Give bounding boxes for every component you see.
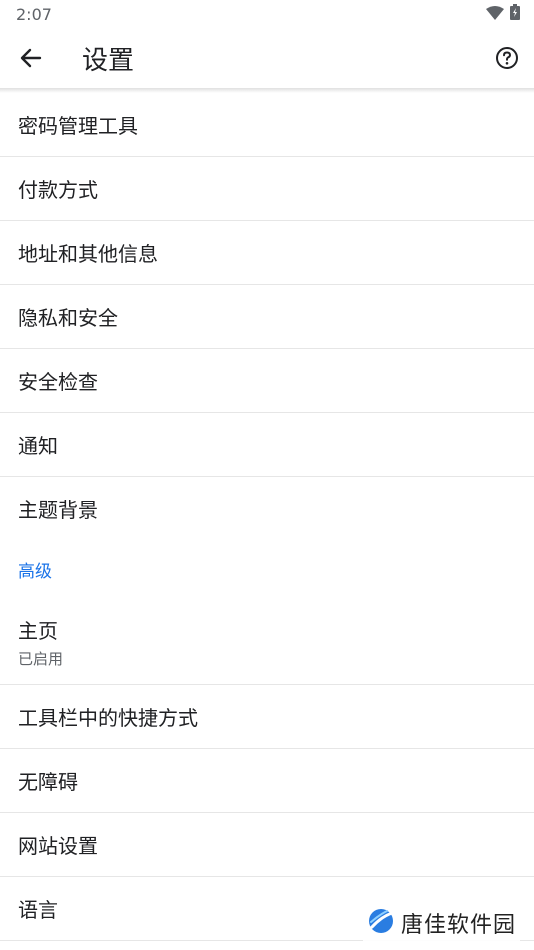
section-header-advanced: 高级: [18, 562, 52, 582]
status-time: 2:07: [16, 4, 52, 24]
settings-item-label: 无障碍: [18, 770, 78, 794]
settings-item-label: 密码管理工具: [18, 114, 138, 138]
settings-item-toolbar-shortcut[interactable]: 工具栏中的快捷方式: [0, 685, 534, 749]
settings-item-homepage[interactable]: 主页 已启用: [0, 599, 534, 685]
settings-item-label: 主页: [18, 618, 58, 643]
settings-item-label: 安全检查: [18, 370, 98, 394]
settings-list: 密码管理工具 付款方式 地址和其他信息 隐私和安全 安全检查 通知 主题背景 高…: [0, 93, 534, 941]
settings-item-privacy-security[interactable]: 隐私和安全: [0, 285, 534, 349]
settings-item-safety-check[interactable]: 安全检查: [0, 349, 534, 413]
status-bar: 2:07: [0, 0, 534, 28]
page-title: 设置: [82, 45, 135, 76]
status-icons: [486, 4, 520, 24]
settings-item-label: 通知: [18, 434, 58, 458]
settings-item-notifications[interactable]: 通知: [0, 413, 534, 477]
settings-item-label: 地址和其他信息: [18, 242, 158, 266]
settings-item-label: 付款方式: [18, 178, 98, 202]
app-bar: 设置: [0, 28, 534, 88]
wifi-icon: [486, 5, 504, 24]
settings-item-payment-methods[interactable]: 付款方式: [0, 157, 534, 221]
settings-item-label: 主题背景: [18, 498, 98, 522]
watermark: 唐佳软件园: [362, 905, 520, 941]
settings-item-addresses[interactable]: 地址和其他信息: [0, 221, 534, 285]
settings-item-label: 工具栏中的快捷方式: [18, 706, 198, 730]
back-arrow-icon[interactable]: [16, 43, 46, 73]
settings-item-label: 隐私和安全: [18, 306, 118, 330]
settings-item-site-settings[interactable]: 网站设置: [0, 813, 534, 877]
watermark-logo-icon: [367, 907, 395, 939]
battery-icon: [510, 4, 520, 24]
settings-item-status: 已启用: [18, 649, 64, 668]
help-icon[interactable]: [492, 43, 522, 73]
settings-item-theme[interactable]: 主题背景: [0, 477, 534, 540]
settings-item-passwords[interactable]: 密码管理工具: [0, 93, 534, 157]
settings-item-label: 网站设置: [18, 834, 98, 858]
watermark-text: 唐佳软件园: [400, 913, 516, 938]
settings-item-accessibility[interactable]: 无障碍: [0, 749, 534, 813]
